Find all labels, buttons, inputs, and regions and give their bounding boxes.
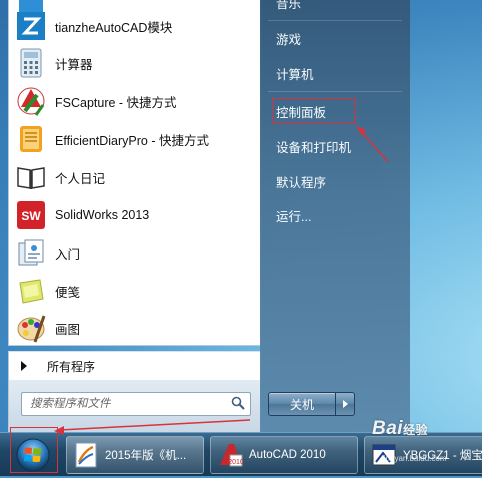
program-item-calculator[interactable]: 计算器	[13, 45, 259, 81]
shutdown-options-button[interactable]	[336, 392, 355, 416]
shutdown-group: 关机	[268, 392, 355, 416]
search-icon[interactable]	[231, 396, 245, 410]
program-item-journal[interactable]: 个人日记	[13, 159, 259, 195]
arrow-right-icon	[21, 361, 27, 371]
right-item-default-programs[interactable]: 默认程序	[268, 169, 406, 193]
program-label: 计算器	[55, 57, 93, 72]
taskbar-item-document[interactable]: 2015年版《机...	[66, 436, 204, 474]
system-links-pane: 音乐 游戏 计算机 控制面板 设备和打印机 默认程序 运行...	[260, 0, 410, 432]
program-item-sticky-notes[interactable]: 便笺	[13, 273, 259, 309]
shutdown-button[interactable]: 关机	[268, 392, 336, 416]
svg-text:2010: 2010	[228, 459, 243, 466]
separator	[268, 91, 402, 92]
tianzhe-icon	[15, 10, 47, 42]
annotation-box-control-panel	[272, 98, 356, 124]
watermark-text: 经验	[403, 423, 429, 437]
taskbar-item-label: AutoCAD 2010	[249, 449, 326, 461]
all-programs-button[interactable]: 所有程序	[8, 351, 262, 381]
sticky-notes-icon	[15, 275, 47, 307]
program-label: 便笺	[55, 285, 81, 300]
right-item-devices-printers[interactable]: 设备和打印机	[268, 134, 406, 158]
svg-text:SW: SW	[21, 209, 41, 223]
annotation-box-start	[10, 427, 58, 473]
right-item-music[interactable]: 音乐	[268, 0, 406, 14]
watermark: Bai经验	[372, 418, 428, 440]
paint-icon	[15, 312, 47, 344]
search-input[interactable]	[28, 394, 222, 414]
search-area	[8, 380, 262, 433]
journal-icon	[15, 161, 47, 193]
program-item-solidworks[interactable]: SW SolidWorks 2013	[13, 197, 259, 233]
getting-started-icon	[15, 237, 47, 269]
arrow-right-icon	[342, 400, 348, 408]
calculator-icon	[15, 47, 47, 79]
all-programs-label: 所有程序	[47, 359, 96, 374]
program-item-diary[interactable]: EfficientDiaryPro - 快捷方式	[13, 121, 259, 157]
program-label: 入门	[55, 247, 81, 262]
program-item-getting-started[interactable]: 入门	[13, 235, 259, 271]
taskbar-item-label: 2015年版《机...	[105, 450, 187, 462]
program-label: 个人日记	[55, 171, 106, 186]
program-label: 画图	[55, 322, 81, 337]
program-label: FSCapture - 快捷方式	[55, 95, 177, 110]
program-item-fscapture[interactable]: FSCapture - 快捷方式	[13, 83, 259, 119]
fscapture-icon	[15, 85, 47, 117]
taskbar-item-autocad[interactable]: 2010 AutoCAD 2010	[210, 436, 358, 474]
solidworks-icon: SW	[15, 199, 47, 231]
pinned-programs-list: tianzheAutoCAD模块 计算器 FSCapture - 快捷方式 Ef…	[8, 0, 262, 346]
program-label: tianzheAutoCAD模块	[55, 20, 173, 35]
program-item-paint[interactable]: 画图	[13, 310, 259, 346]
watermark-url: jingyan.baidu.com	[382, 454, 447, 463]
program-label: EfficientDiaryPro - 快捷方式	[55, 133, 209, 148]
watermark-brand: Bai	[372, 418, 404, 439]
document-icon	[73, 442, 99, 468]
start-menu: tianzheAutoCAD模块 计算器 FSCapture - 快捷方式 Ef…	[0, 0, 420, 433]
separator	[268, 20, 402, 21]
right-item-run[interactable]: 运行...	[268, 203, 406, 227]
diary-icon	[15, 123, 47, 155]
search-box[interactable]	[21, 392, 251, 416]
right-item-games[interactable]: 游戏	[268, 26, 406, 50]
autocad-icon: 2010	[217, 442, 244, 468]
right-item-computer[interactable]: 计算机	[268, 61, 406, 85]
program-label: SolidWorks 2013	[55, 208, 150, 222]
program-item-tianzhe[interactable]: tianzheAutoCAD模块	[13, 8, 259, 44]
